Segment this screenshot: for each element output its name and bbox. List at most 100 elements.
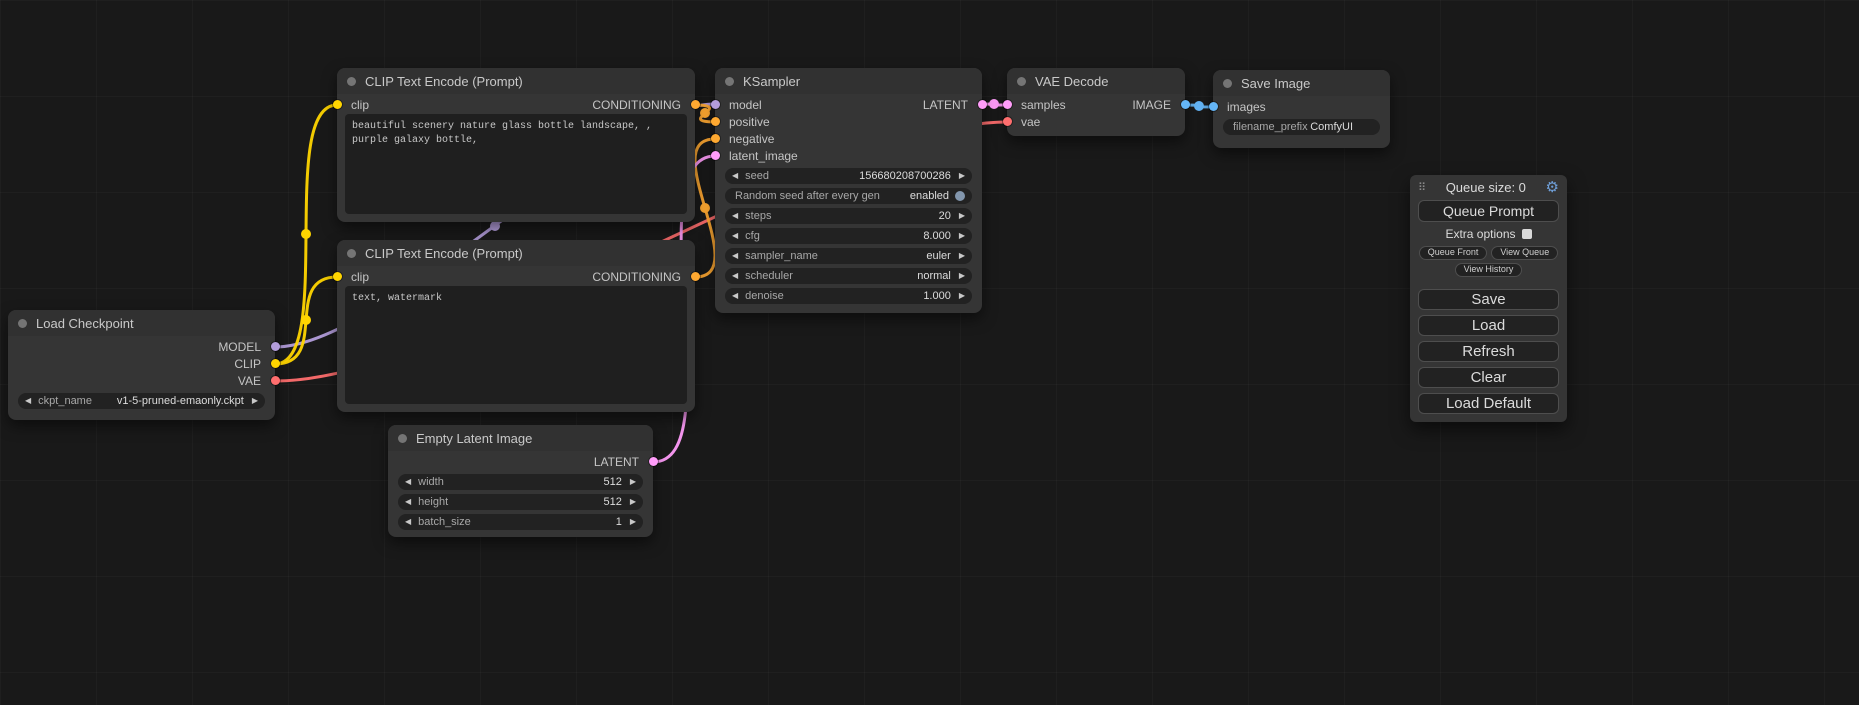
prompt-textarea[interactable]: text, watermark bbox=[345, 286, 687, 404]
queue-prompt-button[interactable]: Queue Prompt bbox=[1418, 200, 1559, 222]
decrement-arrow-icon[interactable] bbox=[732, 172, 738, 180]
increment-arrow-icon[interactable] bbox=[630, 478, 636, 486]
widget-width[interactable]: width 512 bbox=[398, 474, 643, 490]
decrement-arrow-icon[interactable] bbox=[732, 212, 738, 220]
output-port-image[interactable] bbox=[1181, 100, 1190, 109]
node-canvas[interactable]: { "colors": { "model": "#B39DDB", "clip"… bbox=[0, 0, 1859, 705]
widget-label: seed bbox=[745, 170, 769, 182]
node-title-bar[interactable]: Load Checkpoint bbox=[8, 310, 275, 336]
input-label: clip bbox=[351, 98, 369, 112]
node-title: VAE Decode bbox=[1035, 74, 1108, 89]
increment-arrow-icon[interactable] bbox=[959, 172, 965, 180]
node-empty-latent-image[interactable]: Empty Latent Image LATENT width 512 heig… bbox=[388, 425, 653, 537]
input-label: vae bbox=[1021, 115, 1040, 129]
widget-filename-prefix[interactable]: filename_prefix ComfyUI bbox=[1223, 119, 1380, 135]
node-load-checkpoint[interactable]: Load Checkpoint MODEL CLIP VAE ckpt_name… bbox=[8, 310, 275, 420]
increment-arrow-icon[interactable] bbox=[630, 518, 636, 526]
widget-seed[interactable]: seed 156680208700286 bbox=[725, 168, 972, 184]
save-button[interactable]: Save bbox=[1418, 289, 1559, 310]
widget-height[interactable]: height 512 bbox=[398, 494, 643, 510]
input-port-samples[interactable] bbox=[1003, 100, 1012, 109]
widget-batch-size[interactable]: batch_size 1 bbox=[398, 514, 643, 530]
collapse-toggle-icon[interactable] bbox=[725, 77, 734, 86]
view-history-button[interactable]: View History bbox=[1455, 263, 1523, 277]
collapse-toggle-icon[interactable] bbox=[18, 319, 27, 328]
node-vae-decode[interactable]: VAE Decode samples IMAGE vae bbox=[1007, 68, 1185, 136]
decrement-arrow-icon[interactable] bbox=[405, 478, 411, 486]
widget-cfg[interactable]: cfg 8.000 bbox=[725, 228, 972, 244]
refresh-button[interactable]: Refresh bbox=[1418, 341, 1559, 362]
node-title-bar[interactable]: CLIP Text Encode (Prompt) bbox=[337, 68, 695, 94]
node-clip-text-encode-negative[interactable]: CLIP Text Encode (Prompt) clip CONDITION… bbox=[337, 240, 695, 412]
output-slot-model: MODEL bbox=[8, 338, 275, 355]
node-save-image[interactable]: Save Image images filename_prefix ComfyU… bbox=[1213, 70, 1390, 148]
node-title-bar[interactable]: KSampler bbox=[715, 68, 982, 94]
queue-front-button[interactable]: Queue Front bbox=[1419, 246, 1488, 260]
input-port-images[interactable] bbox=[1209, 102, 1218, 111]
collapse-toggle-icon[interactable] bbox=[347, 77, 356, 86]
widget-random-seed-toggle[interactable]: Random seed after every gen enabled bbox=[725, 188, 972, 204]
input-port-clip[interactable] bbox=[333, 100, 342, 109]
input-port-negative[interactable] bbox=[711, 134, 720, 143]
widget-sampler-name[interactable]: sampler_name euler bbox=[725, 248, 972, 264]
increment-arrow-icon[interactable] bbox=[959, 212, 965, 220]
increment-arrow-icon[interactable] bbox=[959, 272, 965, 280]
widget-value: 8.000 bbox=[923, 230, 951, 242]
node-ksampler[interactable]: KSampler model LATENT positive negative … bbox=[715, 68, 982, 313]
toggle-on-icon[interactable] bbox=[955, 191, 965, 201]
decrement-arrow-icon[interactable] bbox=[732, 252, 738, 260]
load-default-button[interactable]: Load Default bbox=[1418, 393, 1559, 414]
node-title-bar[interactable]: Empty Latent Image bbox=[388, 425, 653, 451]
collapse-toggle-icon[interactable] bbox=[1223, 79, 1232, 88]
decrement-arrow-icon[interactable] bbox=[732, 292, 738, 300]
decrement-arrow-icon[interactable] bbox=[405, 518, 411, 526]
increment-arrow-icon[interactable] bbox=[630, 498, 636, 506]
prompt-textarea[interactable]: beautiful scenery nature glass bottle la… bbox=[345, 114, 687, 214]
widget-value: normal bbox=[917, 270, 951, 282]
increment-arrow-icon[interactable] bbox=[959, 232, 965, 240]
node-title-bar[interactable]: Save Image bbox=[1213, 70, 1390, 96]
output-label: LATENT bbox=[923, 98, 968, 112]
widget-scheduler[interactable]: scheduler normal bbox=[725, 268, 972, 284]
load-button[interactable]: Load bbox=[1418, 315, 1559, 336]
input-port-vae[interactable] bbox=[1003, 117, 1012, 126]
input-slot-negative: negative bbox=[715, 130, 982, 147]
increment-arrow-icon[interactable] bbox=[959, 252, 965, 260]
widget-ckpt-name[interactable]: ckpt_name v1-5-pruned-emaonly.ckpt bbox=[18, 393, 265, 409]
decrement-arrow-icon[interactable] bbox=[732, 272, 738, 280]
widget-value: ComfyUI bbox=[1310, 121, 1353, 133]
widget-steps[interactable]: steps 20 bbox=[725, 208, 972, 224]
input-port-positive[interactable] bbox=[711, 117, 720, 126]
node-title-bar[interactable]: CLIP Text Encode (Prompt) bbox=[337, 240, 695, 266]
node-clip-text-encode-positive[interactable]: CLIP Text Encode (Prompt) clip CONDITION… bbox=[337, 68, 695, 222]
settings-gear-icon[interactable] bbox=[1546, 180, 1559, 195]
output-port-conditioning[interactable] bbox=[691, 100, 700, 109]
output-port-conditioning[interactable] bbox=[691, 272, 700, 281]
output-port-clip[interactable] bbox=[271, 359, 280, 368]
clear-button[interactable]: Clear bbox=[1418, 367, 1559, 388]
extra-options-checkbox[interactable] bbox=[1522, 229, 1532, 239]
input-label: model bbox=[729, 98, 762, 112]
input-slot-vae: vae bbox=[1007, 113, 1185, 130]
node-title-bar[interactable]: VAE Decode bbox=[1007, 68, 1185, 94]
increment-arrow-icon[interactable] bbox=[959, 292, 965, 300]
output-port-vae[interactable] bbox=[271, 376, 280, 385]
input-port-model[interactable] bbox=[711, 100, 720, 109]
widget-denoise[interactable]: denoise 1.000 bbox=[725, 288, 972, 304]
input-port-clip[interactable] bbox=[333, 272, 342, 281]
collapse-toggle-icon[interactable] bbox=[398, 434, 407, 443]
increment-arrow-icon[interactable] bbox=[252, 397, 258, 405]
decrement-arrow-icon[interactable] bbox=[405, 498, 411, 506]
decrement-arrow-icon[interactable] bbox=[732, 232, 738, 240]
collapse-toggle-icon[interactable] bbox=[347, 249, 356, 258]
view-queue-button[interactable]: View Queue bbox=[1491, 246, 1558, 260]
collapse-toggle-icon[interactable] bbox=[1017, 77, 1026, 86]
node-title: Load Checkpoint bbox=[36, 316, 134, 331]
output-port-model[interactable] bbox=[271, 342, 280, 351]
widget-value: euler bbox=[926, 250, 950, 262]
input-port-latent-image[interactable] bbox=[711, 151, 720, 160]
output-port-latent[interactable] bbox=[978, 100, 987, 109]
drag-handle-icon[interactable] bbox=[1418, 181, 1426, 194]
output-port-latent[interactable] bbox=[649, 457, 658, 466]
decrement-arrow-icon[interactable] bbox=[25, 397, 31, 405]
